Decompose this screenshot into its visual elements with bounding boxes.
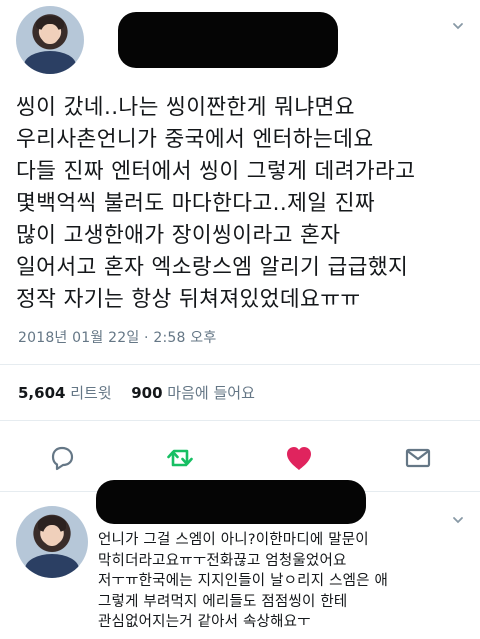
timestamp[interactable]: 2018년 01월 22일 · 2:58 오후 xyxy=(18,327,216,347)
tweet-text-line: 몇백억씩 불러도 마다한다고..제일 진짜 xyxy=(16,191,376,216)
reply-text: 언니가 그걸 스엠이 아니?이한마디에 말문이 막히더라고요ㅠㅜ전화끊고 엄청울… xyxy=(98,530,468,633)
reply-icon xyxy=(51,446,74,471)
like-count[interactable]: 900 xyxy=(131,384,162,402)
tweet-text-line: 다들 진짜 엔터에서 씽이 그렇게 데려가라고 xyxy=(16,159,416,184)
envelope-icon xyxy=(405,448,431,468)
tweet-text-line: 일어서고 혼자 엑소랑스엠 알리기 급급했지 xyxy=(16,255,409,280)
reply-text-line: 언니가 그걸 스엠이 아니?이한마디에 말문이 xyxy=(98,532,369,548)
redacted-username xyxy=(118,12,338,68)
avatar[interactable] xyxy=(16,506,88,578)
retweet-label[interactable]: 리트윗 xyxy=(70,384,111,402)
like-label[interactable]: 마음에 들어요 xyxy=(167,384,255,402)
tweet-text: 씽이 갔네..나는 씽이짠한게 뭐냐면요 우리사촌언니가 중국에서 엔터하는데요… xyxy=(16,92,472,316)
reply-text-line: 저ㅜㅠ한국에는 지지인들이 날ㅇ리지 스엠은 애 xyxy=(98,573,389,589)
retweet-count[interactable]: 5,604 xyxy=(18,384,65,402)
avatar[interactable] xyxy=(16,6,84,74)
like-button[interactable] xyxy=(283,442,315,474)
redacted-username xyxy=(96,480,366,524)
tweet-text-line: 정작 자기는 항상 뒤쳐져있었데요ㅠㅠ xyxy=(16,287,361,312)
tweet-text-line: 씽이 갔네..나는 씽이짠한게 뭐냐면요 xyxy=(16,95,355,120)
divider xyxy=(0,364,480,365)
heart-icon xyxy=(287,447,311,470)
divider xyxy=(0,420,480,421)
tweet-text-line: 우리사촌언니가 중국에서 엔터하는데요 xyxy=(16,127,374,152)
retweet-icon xyxy=(167,449,193,467)
reply-text-line: 그렇게 부려먹지 에리들도 점점씽이 한테 xyxy=(98,593,348,610)
reply-text-line: 막히더라고요ㅠㅜ전화끊고 엄청울었어요 xyxy=(98,552,347,569)
dm-button[interactable] xyxy=(402,442,434,474)
action-bar xyxy=(0,432,480,484)
chevron-down-icon[interactable] xyxy=(452,514,464,526)
tweet-stats: 5,604 리트윗 900 마음에 들어요 xyxy=(18,382,255,403)
reply-button[interactable] xyxy=(46,442,78,474)
chevron-down-icon[interactable] xyxy=(452,20,464,32)
tweet-text-line: 많이 고생한애가 장이씽이라고 혼자 xyxy=(16,223,341,248)
retweet-button[interactable] xyxy=(164,442,196,474)
reply-text-line: 관심없어지는거 같아서 속상해요ㅜ xyxy=(98,614,311,630)
